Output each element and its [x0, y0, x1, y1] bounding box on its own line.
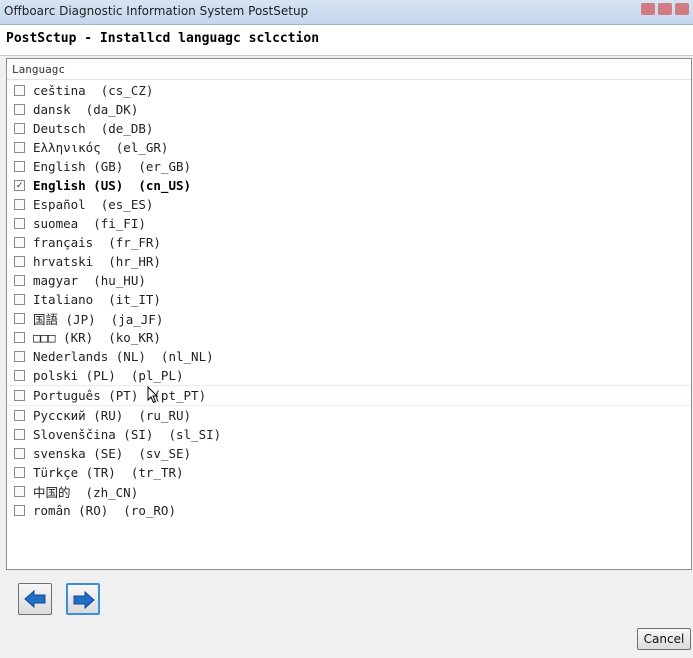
language-label: Slovenščina (SI) (sl_SI) — [33, 427, 222, 442]
column-header-label: Languagc — [12, 63, 65, 76]
checkbox[interactable] — [14, 390, 25, 401]
language-list-item[interactable]: Nederlands (NL) (nl_NL) — [7, 347, 691, 366]
language-list-item[interactable]: ✓ English (US) (cn_US) — [7, 176, 691, 195]
language-list-item[interactable]: polski (PL) (pl_PL) — [7, 366, 691, 385]
checkbox[interactable] — [14, 313, 25, 324]
column-header: Languagc — [7, 59, 691, 80]
checkbox[interactable] — [14, 104, 25, 115]
arrow-left-icon — [24, 589, 46, 609]
arrow-right-icon — [73, 590, 95, 610]
language-label: Deutsch (de_DB) — [33, 121, 154, 136]
cancel-button[interactable]: Cancel — [637, 628, 691, 650]
checkbox[interactable] — [14, 370, 25, 381]
language-label: Русский (RU) (ru_RU) — [33, 408, 192, 423]
language-list-item[interactable]: român (RO) (ro_RO) — [7, 501, 691, 520]
language-list-item[interactable]: Türkçe (TR) (tr_TR) — [7, 463, 691, 482]
checkbox[interactable] — [14, 294, 25, 305]
checkbox[interactable] — [14, 142, 25, 153]
language-label: 中国的 (zh_CN) — [33, 485, 139, 500]
language-list-item[interactable]: svenska (SE) (sv_SE) — [7, 444, 691, 463]
language-label: 国語 (JP) (ja_JF) — [33, 312, 164, 327]
language-label: ceština (cs_CZ) — [33, 83, 154, 98]
checkbox[interactable] — [14, 505, 25, 516]
checkbox[interactable] — [14, 161, 25, 172]
language-label: român (RO) (ro_RO) — [33, 503, 176, 518]
language-label: magyar (hu_HU) — [33, 273, 146, 288]
checkbox[interactable] — [14, 332, 25, 343]
language-label: Ελληνικός (el_GR) — [33, 140, 169, 155]
checkbox[interactable] — [14, 448, 25, 459]
language-list: ceština (cs_CZ)dansk (da_DK) Deutsch (de_… — [7, 81, 691, 520]
window-controls — [641, 3, 689, 15]
language-list-item[interactable]: ceština (cs_CZ) — [7, 81, 691, 100]
language-list-item[interactable]: hrvatski (hr_HR) — [7, 252, 691, 271]
language-list-item[interactable]: Italiano (it_IT) — [7, 290, 691, 309]
language-list-item[interactable]: français (fr_FR) — [7, 233, 691, 252]
language-list-item[interactable]: English (GB) (er_GB) — [7, 157, 691, 176]
language-label: Italiano (it_IT) — [33, 292, 161, 307]
language-label: Português (PT) (pt_PT) — [33, 388, 207, 403]
language-list-panel: Languagc ceština (cs_CZ)dansk (da_DK) Deu… — [6, 58, 692, 570]
minimize-button[interactable] — [641, 3, 655, 15]
next-button[interactable] — [66, 583, 100, 615]
language-label: français (fr_FR) — [33, 235, 161, 250]
maximize-button[interactable] — [658, 3, 672, 15]
language-label: English (GB) (er_GB) — [33, 159, 192, 174]
page-title: PostSctup - Installcd languagc sclcction — [6, 31, 320, 46]
language-list-item[interactable]: Русский (RU) (ru_RU) — [7, 406, 691, 425]
language-label: Español (es_ES) — [33, 197, 154, 212]
language-list-item[interactable]: dansk (da_DK) — [7, 100, 691, 119]
checkmark-icon: ✓ — [16, 179, 23, 191]
language-list-item[interactable]: suomea (fi_FI) — [7, 214, 691, 233]
checkbox[interactable] — [14, 85, 25, 96]
language-list-item[interactable]: Português (PT) (pt_PT) — [7, 385, 691, 406]
language-label: dansk (da_DK) — [33, 102, 139, 117]
language-label: □□□ (KR) (ko_KR) — [33, 330, 161, 345]
language-list-item[interactable]: 国語 (JP) (ja_JF) — [7, 309, 691, 328]
close-button[interactable] — [675, 3, 689, 15]
language-label: English (US) (cn_US) — [33, 178, 192, 193]
checkbox-checked[interactable]: ✓ — [14, 180, 25, 191]
language-label: suomea (fi_FI) — [33, 216, 146, 231]
language-list-item[interactable]: Deutsch (de_DB) — [7, 119, 691, 138]
checkbox[interactable] — [14, 275, 25, 286]
checkbox[interactable] — [14, 237, 25, 248]
language-list-item[interactable]: □□□ (KR) (ko_KR) — [7, 328, 691, 347]
window-title: Offboarc Diagnostic Information System P… — [4, 4, 309, 18]
language-label: Türkçe (TR) (tr_TR) — [33, 465, 184, 480]
language-list-item[interactable]: Ελληνικός (el_GR) — [7, 138, 691, 157]
navigation-bar: Cancel — [0, 573, 693, 658]
back-button[interactable] — [18, 583, 52, 615]
language-label: svenska (SE) (sv_SE) — [33, 446, 192, 461]
language-label: hrvatski (hr_HR) — [33, 254, 161, 269]
checkbox[interactable] — [14, 351, 25, 362]
checkbox[interactable] — [14, 486, 25, 497]
checkbox[interactable] — [14, 123, 25, 134]
language-label: polski (PL) (pl_PL) — [33, 368, 184, 383]
language-label: Nederlands (NL) (nl_NL) — [33, 349, 214, 364]
language-list-item[interactable]: 中国的 (zh_CN) — [7, 482, 691, 501]
checkbox[interactable] — [14, 218, 25, 229]
language-list-item[interactable]: Slovenščina (SI) (sl_SI) — [7, 425, 691, 444]
checkbox[interactable] — [14, 429, 25, 440]
checkbox[interactable] — [14, 199, 25, 210]
checkbox[interactable] — [14, 467, 25, 478]
language-list-item[interactable]: Español (es_ES) — [7, 195, 691, 214]
mouse-cursor-icon — [147, 386, 159, 404]
title-bar: Offboarc Diagnostic Information System P… — [0, 0, 693, 25]
language-list-item[interactable]: magyar (hu_HU) — [7, 271, 691, 290]
checkbox[interactable] — [14, 410, 25, 421]
checkbox[interactable] — [14, 256, 25, 267]
page-header: PostSctup - Installcd languagc sclcction — [0, 25, 693, 56]
